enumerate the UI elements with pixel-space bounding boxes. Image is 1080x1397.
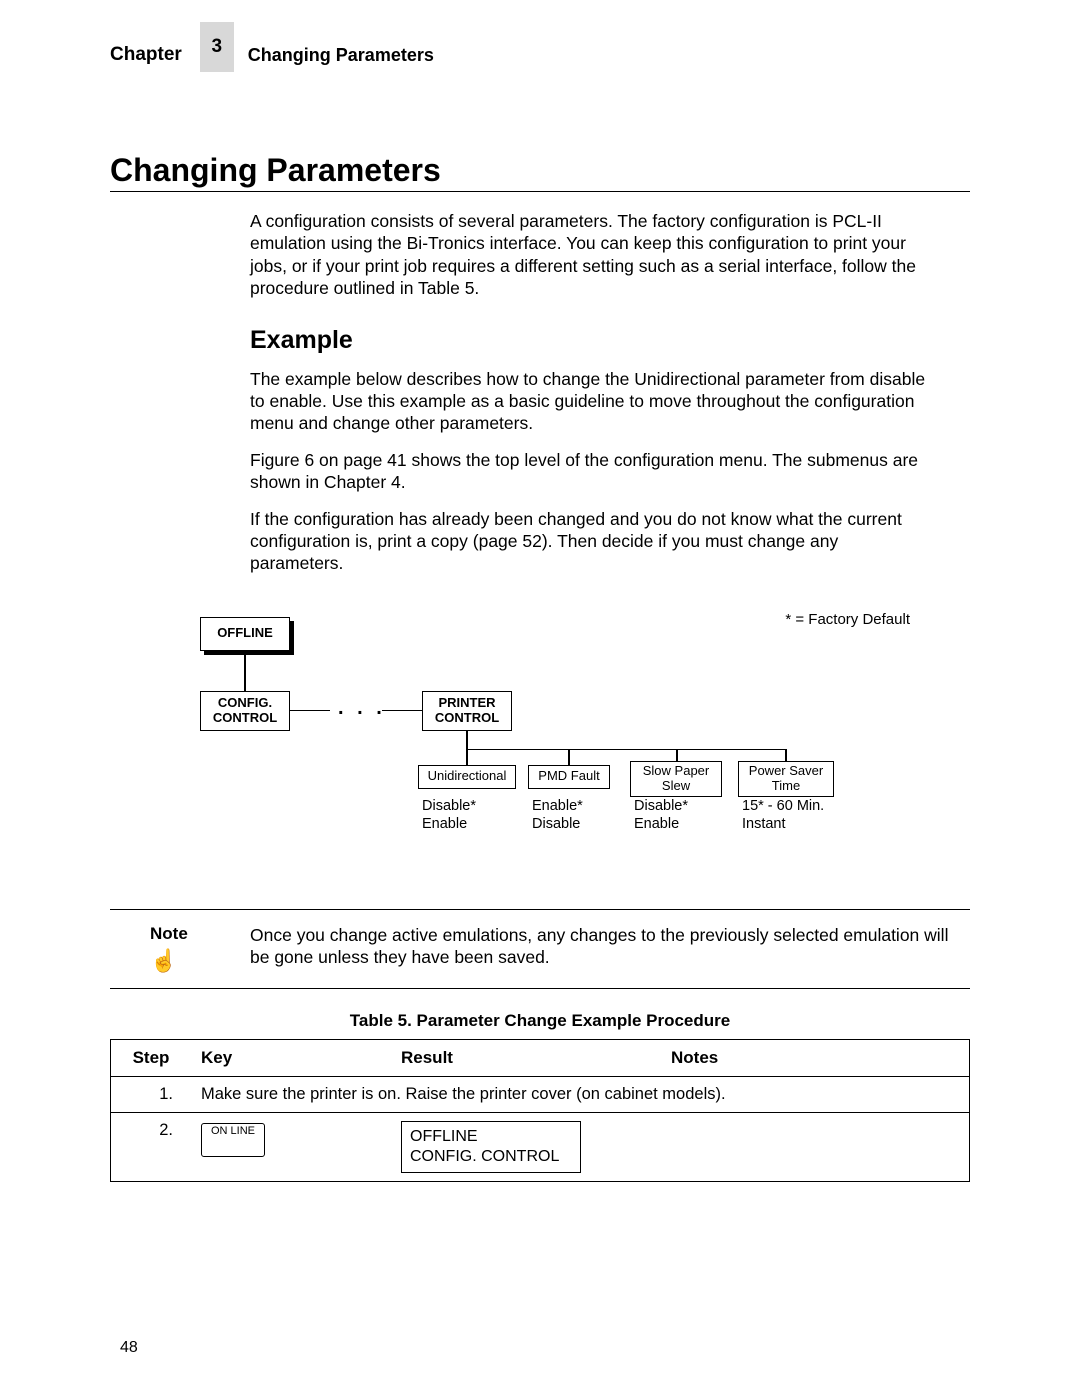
online-key-icon: ON LINE (201, 1123, 265, 1157)
chapter-title: Changing Parameters (248, 45, 434, 66)
table-row: 2. ON LINE OFFLINE CONFIG. CONTROL (111, 1113, 969, 1181)
table-header-row: Step Key Result Notes (111, 1040, 969, 1077)
diagram-leaf-unidirectional-opt2: Enable (422, 815, 467, 834)
hand-pointer-icon: ☝ (150, 948, 220, 974)
lcd-display-box: OFFLINE CONFIG. CONTROL (401, 1121, 581, 1173)
note-block: Note ☝ Once you change active emulations… (110, 909, 970, 989)
cell-result-2: OFFLINE CONFIG. CONTROL (391, 1113, 661, 1181)
cell-notes-2 (661, 1113, 969, 1129)
table-caption: Table 5. Parameter Change Example Proced… (110, 1011, 970, 1031)
diagram-ellipsis: . . . (338, 697, 386, 720)
diagram-leaf-pmd-fault-opt2: Disable (532, 815, 580, 834)
lcd-line-1: OFFLINE (410, 1127, 572, 1147)
page-number: 48 (120, 1339, 138, 1357)
th-step: Step (111, 1040, 191, 1076)
diagram-leaf-power-saver-time-opt1: 15* - 60 Min. (742, 797, 824, 816)
th-result: Result (391, 1040, 661, 1076)
example-heading: Example (250, 324, 930, 356)
diagram-leaf-slow-paper-slew: Slow Paper Slew (630, 761, 722, 797)
diagram-legend: * = Factory Default (785, 611, 910, 628)
lcd-line-2: CONFIG. CONTROL (410, 1147, 572, 1167)
cell-instruction-1: Make sure the printer is on. Raise the p… (191, 1077, 969, 1112)
diagram-node-config-control: CONFIG. CONTROL (200, 691, 290, 731)
cell-step-2: 2. (111, 1113, 191, 1148)
page-header: Chapter 3 Changing Parameters (110, 38, 970, 72)
example-paragraph-3: If the configuration has already been ch… (250, 508, 930, 575)
menu-tree-diagram: * = Factory Default OFFLINE CONFIG. CONT… (160, 599, 970, 869)
diagram-leaf-unidirectional-opt1: Disable* (422, 797, 476, 816)
diagram-leaf-unidirectional: Unidirectional (418, 765, 516, 789)
cell-key-2: ON LINE (191, 1113, 391, 1165)
procedure-table: Step Key Result Notes 1. Make sure the p… (110, 1039, 970, 1182)
diagram-leaf-power-saver-time-opt2: Instant (742, 815, 786, 834)
diagram-leaf-pmd-fault: PMD Fault (528, 765, 610, 789)
chapter-label: Chapter (110, 44, 182, 66)
note-label: Note (150, 924, 220, 944)
example-paragraph-2: Figure 6 on page 41 shows the top level … (250, 449, 930, 494)
section-heading: Changing Parameters (110, 152, 970, 192)
th-notes: Notes (661, 1040, 969, 1076)
example-paragraph-1: The example below describes how to chang… (250, 368, 930, 435)
diagram-leaf-slow-paper-slew-opt2: Enable (634, 815, 679, 834)
table-row: 1. Make sure the printer is on. Raise th… (111, 1077, 969, 1113)
note-text: Once you change active emulations, any c… (250, 924, 970, 974)
intro-paragraph: A configuration consists of several para… (250, 210, 930, 300)
cell-step-1: 1. (111, 1077, 191, 1112)
diagram-node-offline: OFFLINE (200, 617, 290, 651)
diagram-leaf-power-saver-time: Power Saver Time (738, 761, 834, 797)
diagram-leaf-slow-paper-slew-opt1: Disable* (634, 797, 688, 816)
chapter-number-tab: 3 (200, 22, 234, 72)
diagram-node-printer-control: PRINTER CONTROL (422, 691, 512, 731)
th-key: Key (191, 1040, 391, 1076)
diagram-leaf-pmd-fault-opt1: Enable* (532, 797, 583, 816)
